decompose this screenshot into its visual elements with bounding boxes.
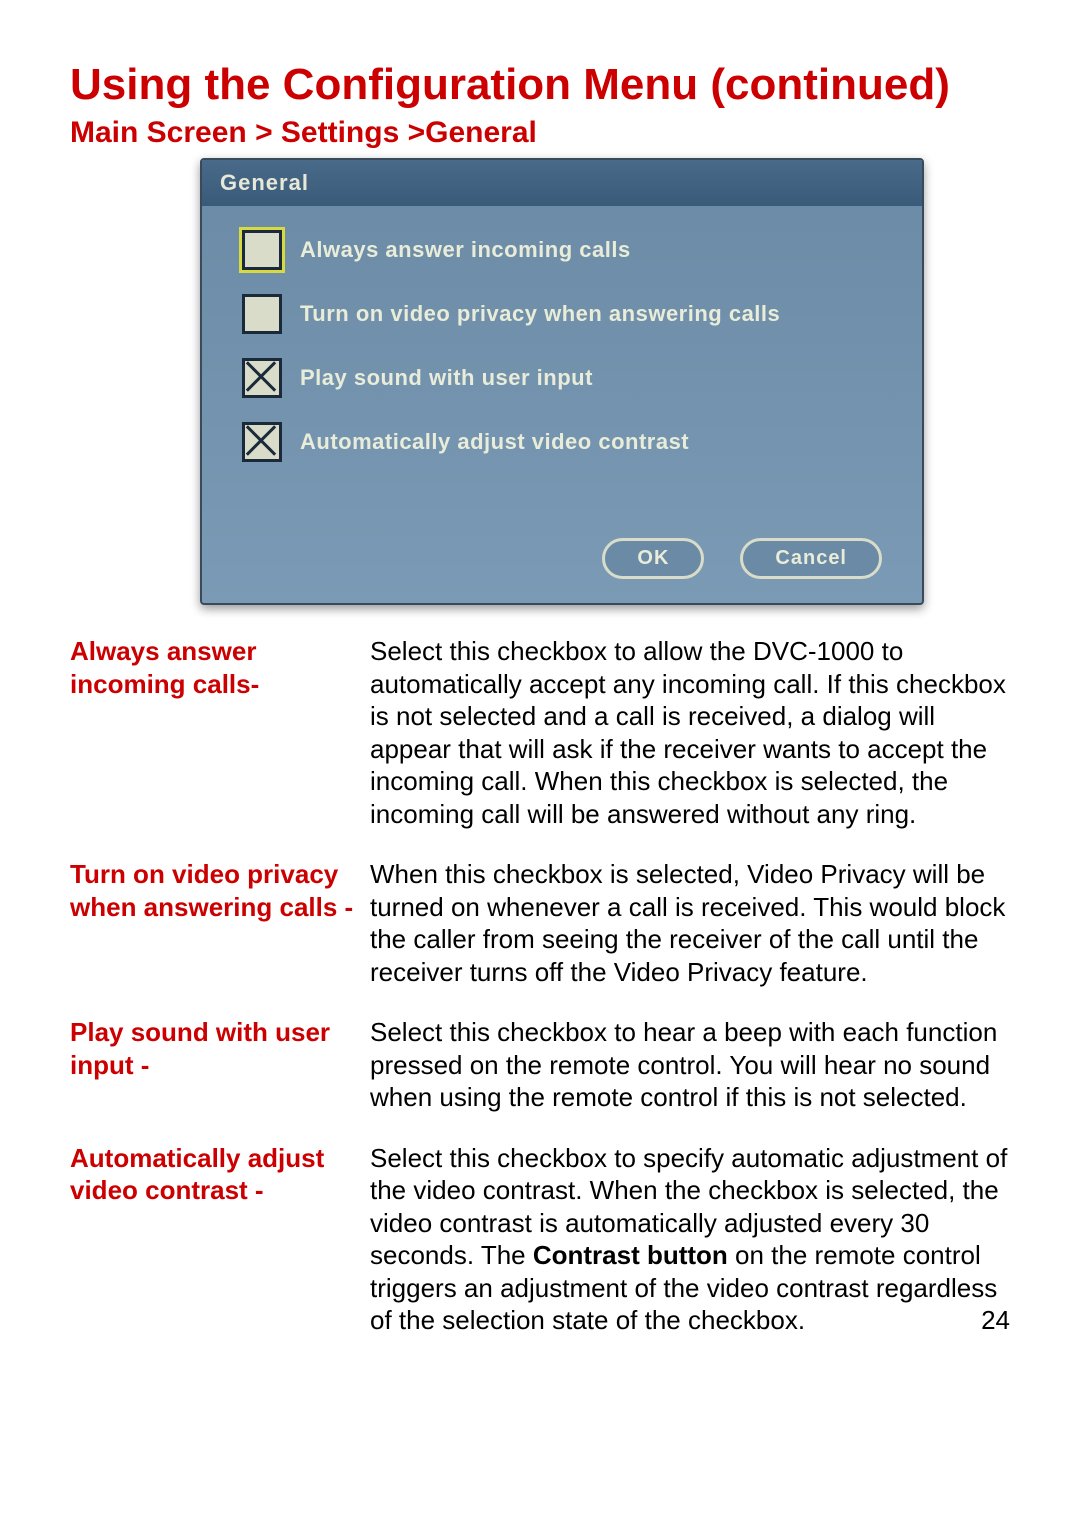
- desc-key-play-sound: Play sound with user input -: [70, 1016, 370, 1081]
- desc-key-always-answer: Always answer incoming calls-: [70, 635, 370, 700]
- checkbox-label: Automatically adjust video contrast: [300, 429, 689, 455]
- checkbox-row-play-sound[interactable]: Play sound with user input: [242, 358, 886, 398]
- checkbox-icon[interactable]: [242, 230, 282, 270]
- page-title: Using the Configuration Menu (continued): [70, 60, 1010, 110]
- desc-val-play-sound: Select this checkbox to hear a beep with…: [370, 1016, 1010, 1114]
- checkbox-row-always-answer[interactable]: Always answer incoming calls: [242, 230, 886, 270]
- ok-button[interactable]: OK: [602, 538, 704, 579]
- checkbox-icon[interactable]: [242, 422, 282, 462]
- checkbox-label: Play sound with user input: [300, 365, 593, 391]
- checkbox-icon[interactable]: [242, 358, 282, 398]
- desc-bold: Contrast button: [533, 1240, 728, 1270]
- general-settings-dialog: General Always answer incoming calls Tur…: [200, 158, 924, 605]
- desc-val-always-answer: Select this checkbox to allow the DVC-10…: [370, 635, 1010, 830]
- desc-val-video-privacy: When this checkbox is selected, Video Pr…: [370, 858, 1010, 988]
- breadcrumb: Main Screen > Settings >General: [70, 116, 1010, 150]
- desc-key-auto-contrast: Automatically adjust video contrast -: [70, 1142, 370, 1207]
- desc-key-video-privacy: Turn on video privacy when answering cal…: [70, 858, 370, 923]
- checkbox-label: Always answer incoming calls: [300, 237, 631, 263]
- page-number: 24: [941, 1304, 1010, 1337]
- desc-val-auto-contrast: Select this checkbox to specify automati…: [370, 1142, 1010, 1337]
- cancel-button[interactable]: Cancel: [740, 538, 882, 579]
- dialog-title: General: [202, 160, 922, 206]
- checkbox-row-auto-contrast[interactable]: Automatically adjust video contrast: [242, 422, 886, 462]
- checkbox-label: Turn on video privacy when answering cal…: [300, 301, 780, 327]
- checkbox-row-video-privacy[interactable]: Turn on video privacy when answering cal…: [242, 294, 886, 334]
- checkbox-icon[interactable]: [242, 294, 282, 334]
